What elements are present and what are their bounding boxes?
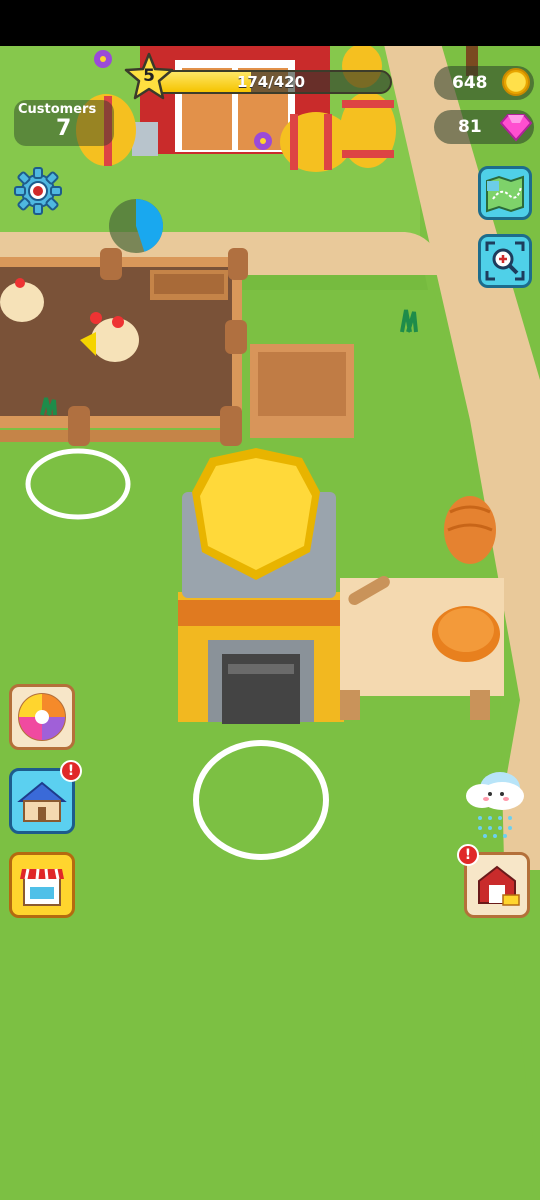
farm-world[interactable] — [0, 0, 540, 1200]
xp-text: 174/420 — [236, 73, 306, 91]
storage-alert-badge: ! — [457, 844, 479, 866]
customers-label: Customers — [18, 102, 97, 117]
zoom-scan-icon — [485, 241, 525, 281]
gear-icon[interactable] — [13, 166, 63, 216]
status-bar — [0, 0, 540, 46]
wooden-crate — [250, 344, 354, 438]
purple-flower — [254, 132, 272, 150]
hay-bale — [340, 92, 396, 168]
grass-tuft — [40, 397, 57, 416]
shop-icon — [20, 868, 64, 906]
spin-wheel-icon — [18, 693, 66, 741]
zoom-button[interactable] — [478, 234, 532, 288]
rain-cloud-icon[interactable] — [460, 766, 534, 840]
coin-icon — [502, 68, 530, 96]
home-alert-badge: ! — [60, 760, 82, 782]
coin-count: 648 — [452, 73, 488, 93]
map-icon — [486, 175, 524, 213]
timer-pie-icon — [109, 199, 163, 253]
gem-count: 81 — [458, 117, 482, 137]
bread-loaf — [444, 496, 496, 564]
barn-chest-icon — [478, 865, 520, 906]
xp-progress-bar: 174/420 — [150, 70, 392, 94]
gem-icon — [500, 114, 532, 142]
customers-count: 7 — [56, 116, 72, 141]
pie — [432, 606, 500, 662]
player-level: 5 — [143, 66, 155, 86]
shop-button[interactable] — [9, 852, 75, 918]
spin-wheel-button[interactable] — [9, 684, 75, 750]
house-icon — [17, 781, 67, 822]
purple-flower — [94, 50, 112, 68]
map-button[interactable] — [478, 166, 532, 220]
